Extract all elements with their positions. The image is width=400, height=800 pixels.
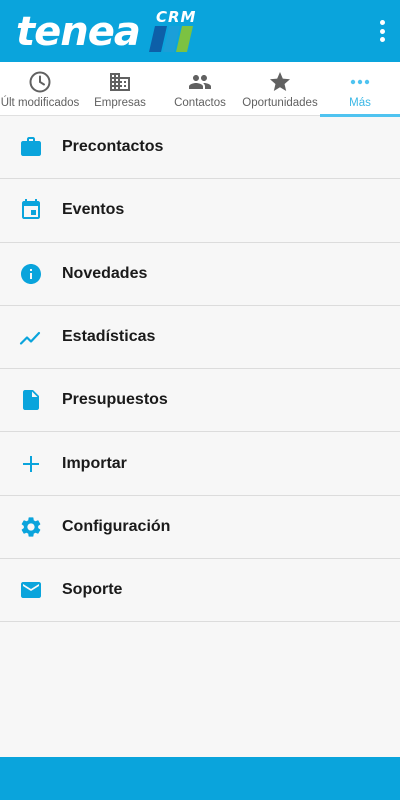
more-vert-icon[interactable] xyxy=(378,20,386,42)
app-bar: tenea CRM xyxy=(0,0,400,62)
gear-icon xyxy=(0,515,62,539)
menu-item-presupuestos[interactable]: Presupuestos xyxy=(0,369,400,433)
logo-crm-text: CRM xyxy=(156,8,197,26)
mail-icon xyxy=(0,578,62,602)
calendar-icon xyxy=(0,198,62,222)
tenea-crm-logo: tenea CRM xyxy=(16,6,206,56)
menu-item-label: Soporte xyxy=(62,581,123,599)
plus-icon xyxy=(0,452,62,476)
briefcase-icon xyxy=(0,135,62,159)
tab-label: Más xyxy=(349,97,371,109)
trending-icon xyxy=(0,325,62,349)
menu-item-label: Importar xyxy=(62,454,127,472)
menu-item-label: Configuración xyxy=(62,517,171,535)
tab-label: Empresas xyxy=(94,97,146,109)
more-horiz-icon xyxy=(348,70,372,94)
menu-item-precontactos[interactable]: Precontactos xyxy=(0,116,400,180)
menu-item-novedades[interactable]: Novedades xyxy=(0,243,400,306)
menu-item-label: Presupuestos xyxy=(62,391,168,409)
tab-label: Contactos xyxy=(174,97,226,109)
menu-item-label: Precontactos xyxy=(62,138,164,156)
tab-bar: Últ modificados Empresas Contactos Oport… xyxy=(0,62,400,117)
people-icon xyxy=(188,70,212,94)
tab-label: Últ modificados xyxy=(0,97,80,109)
tab-ult-modificados[interactable]: Últ modificados xyxy=(0,62,80,116)
menu-item-eventos[interactable]: Eventos xyxy=(0,179,400,243)
menu-item-label: Novedades xyxy=(62,264,148,282)
tab-label: Oportunidades xyxy=(242,97,318,109)
clock-icon xyxy=(28,70,52,94)
tab-contactos[interactable]: Contactos xyxy=(160,62,240,116)
more-menu-list: Precontactos Eventos Novedades Estadísti… xyxy=(0,116,400,623)
info-icon xyxy=(0,262,62,286)
logo-stripes-icon xyxy=(149,26,193,52)
menu-item-estadisticas[interactable]: Estadísticas xyxy=(0,306,400,370)
tab-mas[interactable]: Más xyxy=(320,62,400,117)
bottom-bar xyxy=(0,757,400,800)
logo-text: tenea xyxy=(16,9,141,55)
menu-item-importar[interactable]: Importar xyxy=(0,432,400,496)
tab-oportunidades[interactable]: Oportunidades xyxy=(240,62,320,116)
document-icon xyxy=(0,388,62,412)
tab-empresas[interactable]: Empresas xyxy=(80,62,160,116)
menu-item-label: Estadísticas xyxy=(62,328,156,346)
menu-item-configuracion[interactable]: Configuración xyxy=(0,496,400,560)
building-icon xyxy=(108,70,132,94)
menu-item-label: Eventos xyxy=(62,201,125,219)
menu-item-soporte[interactable]: Soporte xyxy=(0,559,400,623)
star-icon xyxy=(268,70,292,94)
